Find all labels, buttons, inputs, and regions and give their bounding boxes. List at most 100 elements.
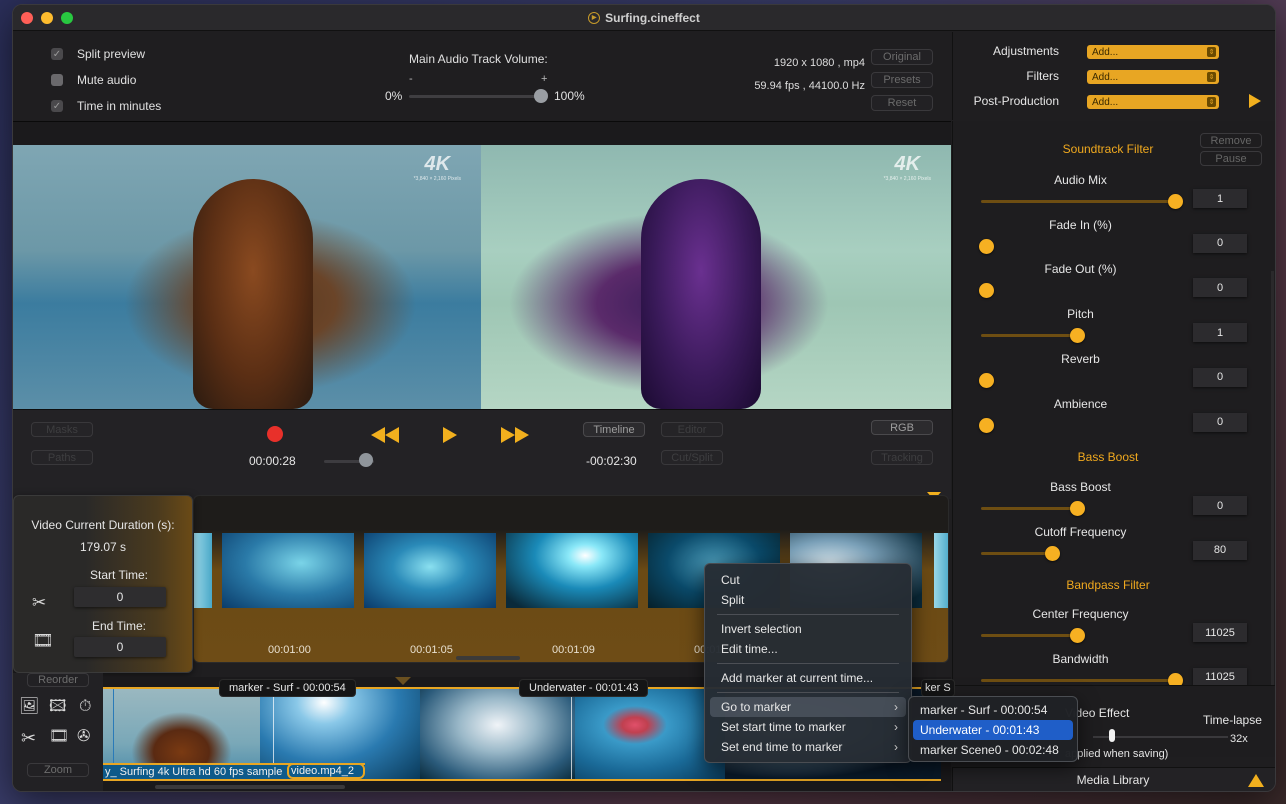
start-time-field[interactable]: 0	[74, 587, 166, 607]
marker-tag[interactable]: ker S	[921, 679, 955, 697]
volume-slider-track[interactable]	[409, 95, 541, 98]
post-production-select[interactable]: Add... ⇕	[1087, 95, 1219, 109]
zoom-button[interactable]: Zoom	[27, 763, 89, 777]
filter-value-field[interactable]: 11025	[1193, 623, 1247, 642]
title-bar: ▶ Surfing.cineffect	[13, 5, 1275, 31]
filter-slider-knob[interactable]	[979, 417, 994, 433]
menu-item-add-marker[interactable]: Add marker at current time...	[710, 668, 906, 688]
menu-item-split[interactable]: Split	[710, 590, 906, 610]
filters-scrollbar[interactable]	[1271, 271, 1274, 691]
menu-item-go-to-marker[interactable]: Go to marker ›	[710, 697, 906, 717]
submenu-item-marker[interactable]: marker - Surf - 00:00:54	[913, 700, 1073, 720]
mute-audio-checkbox[interactable]	[51, 74, 63, 86]
masks-button[interactable]: Masks	[31, 422, 93, 437]
film-reel-icon[interactable]: ✇	[77, 729, 90, 745]
stopwatch-icon[interactable]: ⏱	[79, 699, 91, 715]
cut-split-button[interactable]: Cut/Split	[661, 450, 723, 465]
mute-audio-option[interactable]: Mute audio	[51, 73, 136, 87]
filmstrip-scrollbar[interactable]	[456, 656, 520, 660]
photos-icon[interactable]: 🖼	[19, 699, 39, 715]
volume-slider-knob[interactable]	[534, 89, 548, 103]
filter-slider-track[interactable]	[981, 634, 1079, 637]
track-scrollbar[interactable]	[155, 785, 345, 789]
rewind-icon	[371, 427, 385, 443]
filter-param-label: Fade Out (%)	[1044, 262, 1117, 277]
record-button[interactable]	[267, 426, 283, 442]
document-play-icon: ▶	[588, 11, 601, 24]
filter-param-label: Bass Boost	[1050, 480, 1111, 494]
filter-slider-knob[interactable]	[1070, 328, 1085, 344]
filter-slider-knob[interactable]	[1070, 501, 1085, 516]
submenu-item-marker[interactable]: marker Scene0 - 00:02:48	[913, 740, 1073, 760]
film-icon[interactable]: 🎞	[49, 729, 69, 745]
fast-forward-icon	[501, 427, 515, 443]
split-preview-checkbox[interactable]: ✓	[51, 48, 63, 60]
fast-forward-button[interactable]	[501, 427, 529, 443]
paths-button[interactable]: Paths	[31, 450, 93, 465]
filter-slider-knob[interactable]	[979, 238, 994, 254]
tracking-button[interactable]: Tracking	[871, 450, 933, 465]
scissors-icon[interactable]: ✂	[32, 594, 46, 611]
track-clip[interactable]	[420, 689, 575, 779]
filter-value-field[interactable]: 1	[1193, 189, 1247, 208]
timeline-button[interactable]: Timeline	[583, 422, 645, 437]
filter-value-field[interactable]: 0	[1193, 412, 1247, 432]
filter-slider-track[interactable]	[981, 551, 1054, 555]
filter-slider-knob[interactable]	[1044, 545, 1060, 561]
original-button[interactable]: Original	[871, 49, 933, 65]
menu-item-edit-time[interactable]: Edit time...	[710, 639, 906, 659]
reorder-button[interactable]: Reorder	[27, 673, 89, 687]
track-clip[interactable]	[575, 689, 725, 779]
close-window-button[interactable]	[21, 12, 33, 24]
timelapse-slider-knob[interactable]	[1109, 729, 1115, 742]
film-icon[interactable]: 🎞	[32, 632, 54, 649]
scissors-icon[interactable]: ✂	[21, 729, 36, 747]
filter-value-field[interactable]: 0	[1193, 367, 1247, 387]
menu-item-set-end-to-marker[interactable]: Set end time to marker ›	[710, 737, 906, 757]
rgb-button[interactable]: RGB	[871, 420, 933, 435]
filter-value-field[interactable]: 80	[1193, 540, 1247, 560]
media-library-bar[interactable]: Media Library	[952, 767, 1275, 791]
filmstrip-time-label: 00:01:09	[552, 644, 595, 656]
playhead-caret-icon[interactable]	[395, 677, 411, 685]
menu-item-cut[interactable]: Cut	[710, 570, 906, 590]
filter-slider-knob[interactable]	[1070, 628, 1085, 643]
speed-slider-knob[interactable]	[359, 453, 373, 467]
maximize-window-button[interactable]	[61, 12, 73, 24]
split-preview-option[interactable]: ✓ Split preview	[51, 47, 145, 61]
filter-value-field[interactable]: 11025	[1193, 667, 1247, 687]
audio-filters-panel: Remove Pause Soundtrack Filter Audio Mix…	[952, 121, 1275, 691]
filter-slider-track[interactable]	[981, 334, 1079, 338]
filter-slider-track[interactable]	[981, 507, 1079, 510]
filter-value-field[interactable]: 1	[1193, 323, 1247, 343]
filter-slider-knob[interactable]	[979, 283, 994, 299]
submenu-chevron-icon: ›	[894, 740, 898, 754]
time-in-minutes-checkbox[interactable]: ✓	[51, 100, 63, 112]
filters-select[interactable]: Add... ⇕	[1087, 70, 1219, 84]
menu-item-invert-selection[interactable]: Invert selection	[710, 619, 906, 639]
submenu-item-marker[interactable]: Underwater - 00:01:43	[913, 720, 1073, 740]
minimize-window-button[interactable]	[41, 12, 53, 24]
filter-slider-knob[interactable]	[1168, 194, 1183, 209]
play-button[interactable]	[443, 427, 457, 443]
adjustments-select[interactable]: Add... ⇕	[1087, 45, 1219, 59]
filter-slider-track[interactable]	[981, 200, 1177, 203]
rewind-button[interactable]	[371, 427, 399, 443]
editor-button[interactable]: Editor	[661, 422, 723, 437]
filter-slider-track[interactable]	[981, 678, 1177, 682]
filter-value-field[interactable]: 0	[1193, 278, 1247, 298]
filter-value-field[interactable]: 0	[1193, 233, 1247, 253]
mute-audio-label: Mute audio	[77, 73, 137, 87]
menu-item-set-start-to-marker[interactable]: Set start time to marker ›	[710, 717, 906, 737]
end-time-field[interactable]: 0	[74, 637, 166, 657]
expand-up-arrow-icon[interactable]	[1248, 774, 1264, 787]
filter-value-field[interactable]: 0	[1193, 496, 1247, 515]
marker-tag[interactable]: marker - Surf - 00:00:54	[219, 679, 356, 697]
photo-stack-icon[interactable]: 🖾	[49, 699, 66, 715]
time-in-minutes-option[interactable]: ✓ Time in minutes	[51, 99, 161, 113]
presets-button[interactable]: Presets	[871, 72, 933, 88]
marker-tag[interactable]: Underwater - 00:01:43	[519, 679, 649, 697]
expand-panel-arrow-icon[interactable]	[1249, 94, 1261, 108]
filter-slider-knob[interactable]	[979, 372, 994, 388]
reset-button[interactable]: Reset	[871, 95, 933, 111]
